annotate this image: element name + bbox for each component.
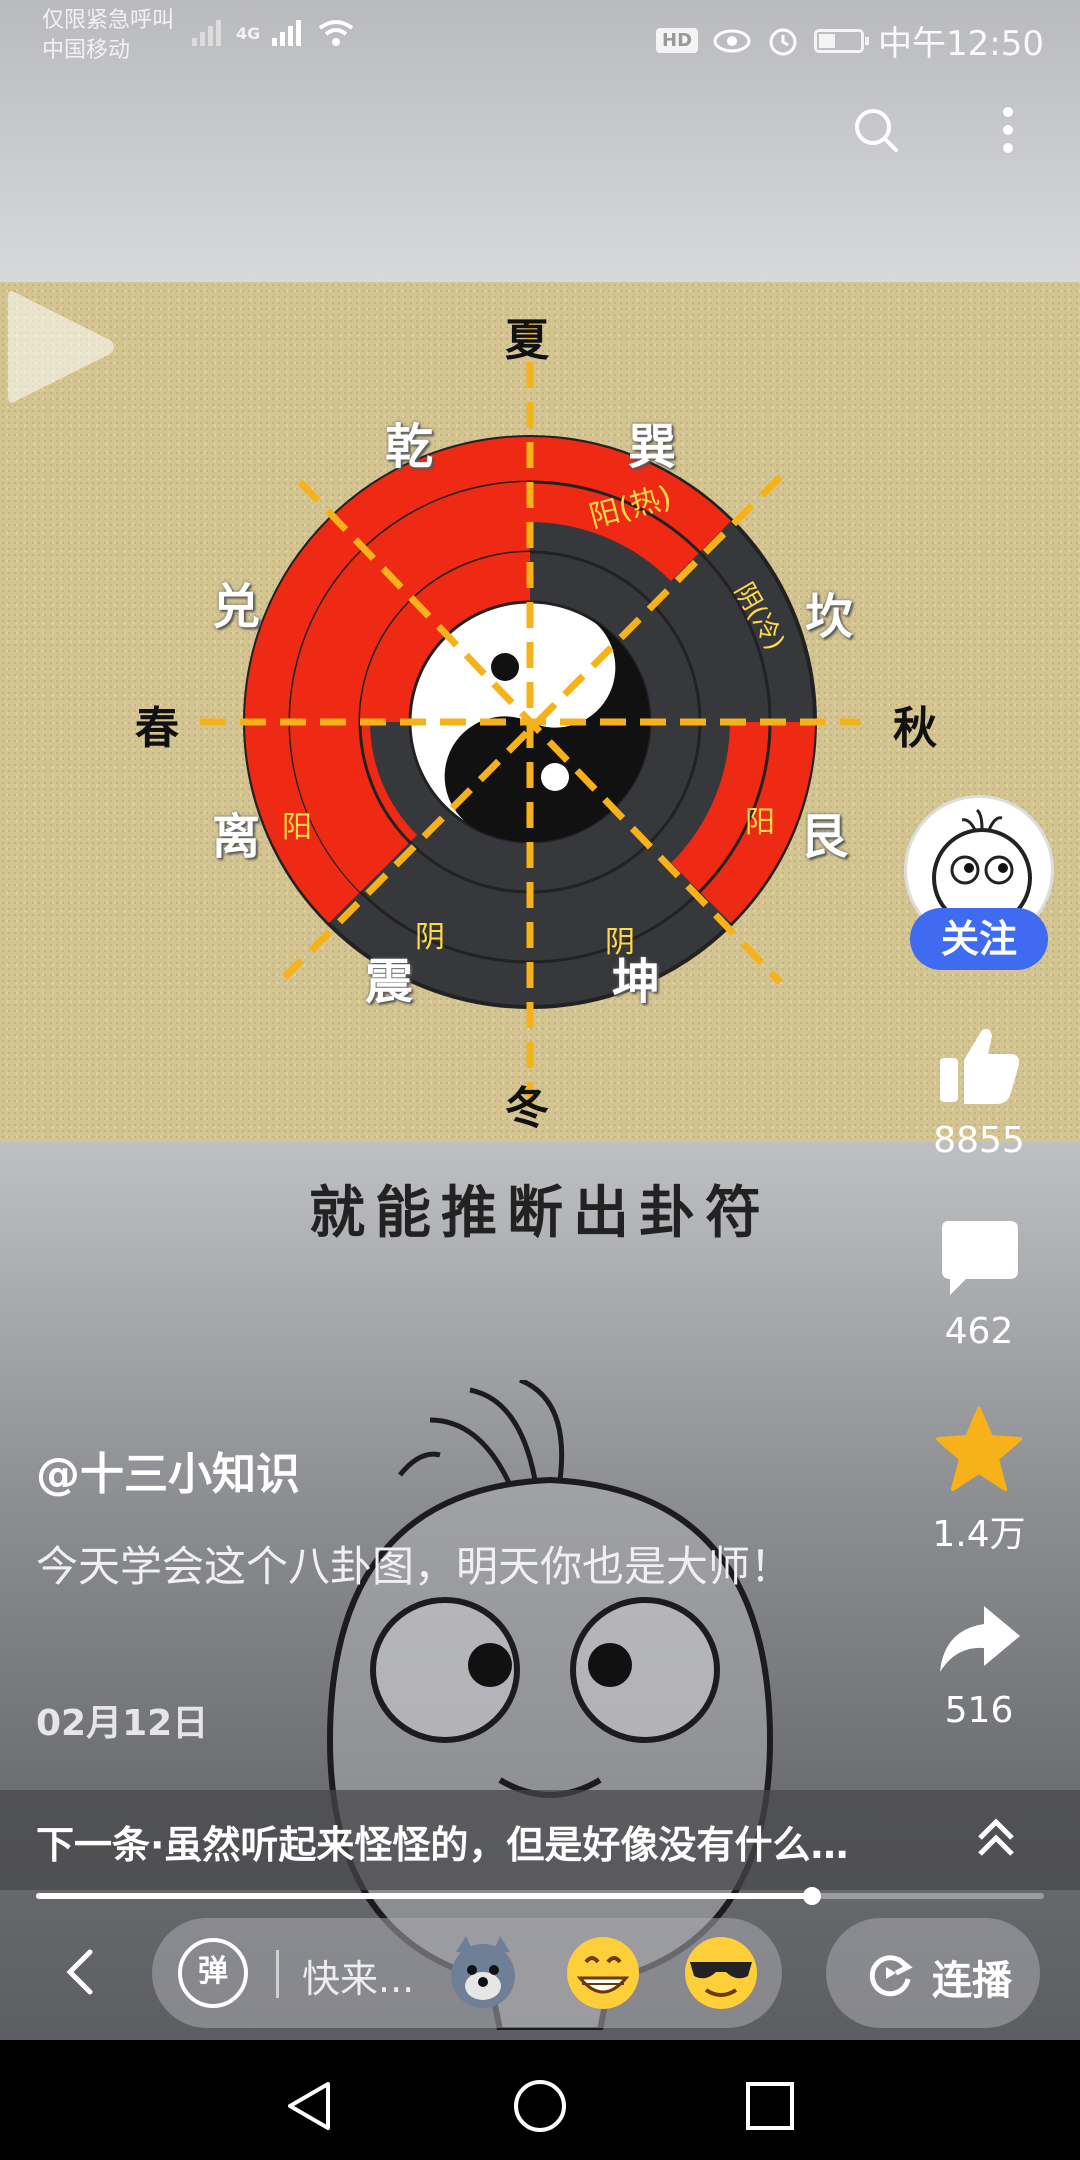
status-right: HD 中午12:50 — [656, 16, 1044, 65]
search-button[interactable] — [846, 100, 906, 160]
battery-icon — [814, 28, 870, 53]
star-icon — [936, 1407, 1022, 1491]
danmu-toggle-button[interactable]: 弹 — [178, 1938, 248, 2008]
follow-button[interactable]: 关注 — [910, 908, 1048, 970]
network-type: 4G — [236, 23, 261, 43]
autoplay-button[interactable]: 连播 — [826, 1918, 1040, 2028]
comment-button[interactable]: 462 — [912, 1215, 1046, 1352]
label-spring: 春 — [135, 703, 179, 754]
video-description: 今天学会这个八卦图，明天你也是大师！ — [36, 1542, 793, 1591]
video-progress-bar[interactable] — [36, 1887, 1044, 1905]
autoplay-label: 连播 — [932, 1958, 1012, 2004]
top-actions — [846, 100, 1038, 160]
label-li: 离 — [212, 809, 261, 865]
next-video-title: 下一条·虽然听起来怪怪的，但是好像没有什么… — [36, 1823, 849, 1867]
comment-count: 462 — [944, 1311, 1014, 1352]
status-left: 仅限紧急呼叫 中国移动 — [42, 6, 174, 66]
label-zhen: 震 — [365, 954, 414, 1010]
emergency-only-text: 仅限紧急呼叫 — [42, 8, 175, 33]
share-count: 516 — [944, 1690, 1014, 1731]
label-winter: 冬 — [505, 1083, 549, 1134]
favorite-count: 1.4万 — [932, 1514, 1026, 1555]
video-frame[interactable]: 夏 冬 春 秋 乾 巽 兑 坎 离 艮 震 坤 阳(热) 阴(冷) 阳 阳 阴 … — [0, 282, 1080, 1142]
share-arrow-icon — [940, 1606, 1020, 1672]
more-button[interactable] — [978, 100, 1038, 160]
search-icon — [855, 109, 898, 152]
nav-home-icon[interactable] — [510, 2076, 570, 2136]
label-gen: 艮 — [800, 809, 849, 865]
comment-placeholder[interactable]: 快来... — [302, 1948, 414, 2003]
ring-label-yin-right: 阴 — [605, 925, 635, 960]
thumbs-up-icon — [940, 1028, 1020, 1104]
signal-icon — [272, 20, 302, 46]
label-summer: 夏 — [505, 315, 549, 366]
author-name[interactable]: @十三小知识 — [36, 1438, 300, 1502]
bottom-bar: 弹 快来... 连播 — [0, 1910, 1080, 2040]
share-button[interactable]: 516 — [912, 1600, 1046, 1731]
status-bar: 仅限紧急呼叫 中国移动 4G HD 中午12:50 — [0, 0, 1080, 70]
carrier-text: 中国移动 — [42, 38, 131, 63]
ring-label-yin-left: 阴 — [415, 920, 445, 955]
label-xun: 巽 — [628, 419, 677, 475]
eye-icon — [713, 29, 751, 52]
label-dui: 兑 — [212, 579, 261, 635]
ring-label-yang-right: 阳 — [745, 805, 775, 840]
pill-divider — [276, 1950, 279, 1998]
nav-recents-icon[interactable] — [740, 2076, 800, 2136]
hd-badge: HD — [656, 28, 699, 53]
label-qian: 乾 — [385, 419, 434, 475]
more-vertical-icon — [1003, 107, 1013, 153]
back-arrow-icon[interactable] — [52, 1942, 112, 2002]
comment-input-pill[interactable]: 弹 快来... — [152, 1918, 782, 2028]
loop-icon — [869, 1955, 913, 1997]
progress-fill — [36, 1893, 813, 1899]
signal-icons: 4G — [190, 18, 356, 48]
clock: 中午12:50 — [878, 24, 1044, 64]
play-icon[interactable] — [0, 282, 120, 412]
nav-back-icon[interactable] — [280, 2076, 340, 2136]
grin-emoji-icon[interactable] — [562, 1932, 644, 2014]
favorite-button[interactable]: 1.4万 — [912, 1405, 1046, 1557]
system-nav-bar — [0, 2040, 1080, 2160]
chevron-double-up-icon[interactable] — [972, 1812, 1020, 1864]
label-autumn: 秋 — [893, 703, 937, 754]
like-button[interactable]: 8855 — [912, 1020, 1046, 1161]
ring-label-yang-left: 阳 — [282, 810, 312, 845]
wifi-icon — [319, 20, 354, 46]
wolf-emoji-icon[interactable] — [442, 1932, 524, 2014]
comment-bubble-icon — [942, 1221, 1018, 1295]
next-video-bar[interactable]: 下一条·虽然听起来怪怪的，但是好像没有什么… — [0, 1790, 1080, 1890]
label-kan: 坎 — [805, 589, 854, 645]
signal-muted-icon — [192, 20, 221, 46]
alarm-icon — [769, 28, 797, 55]
like-count: 8855 — [933, 1120, 1025, 1161]
sunglasses-emoji-icon[interactable] — [680, 1932, 762, 2014]
post-date: 02月12日 — [36, 1703, 209, 1744]
